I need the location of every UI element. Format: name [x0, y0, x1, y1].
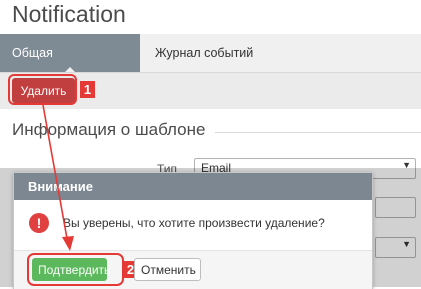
tab-bar: Общая информация Журнал событий	[0, 34, 421, 98]
tab-general-info[interactable]: Общая информация	[0, 34, 140, 98]
dialog-message: Вы уверены, что хотите произвести удален…	[63, 216, 325, 230]
delete-highlight	[8, 74, 77, 105]
confirm-dialog: Внимание ! Вы уверены, что хотите произв…	[13, 172, 373, 289]
section-title: Информация о шаблоне	[12, 120, 206, 139]
tab-event-log[interactable]: Журнал событий	[143, 34, 265, 72]
dialog-title: Внимание	[14, 173, 372, 200]
exclamation-circle-icon: !	[29, 213, 49, 233]
cancel-button[interactable]: Отменить	[134, 258, 201, 281]
toolbar: Удалить 1	[0, 73, 421, 109]
section-divider	[215, 132, 421, 133]
page-title: Notification	[12, 1, 126, 27]
step-marker-1: 1	[80, 81, 95, 98]
confirm-highlight	[27, 253, 124, 286]
